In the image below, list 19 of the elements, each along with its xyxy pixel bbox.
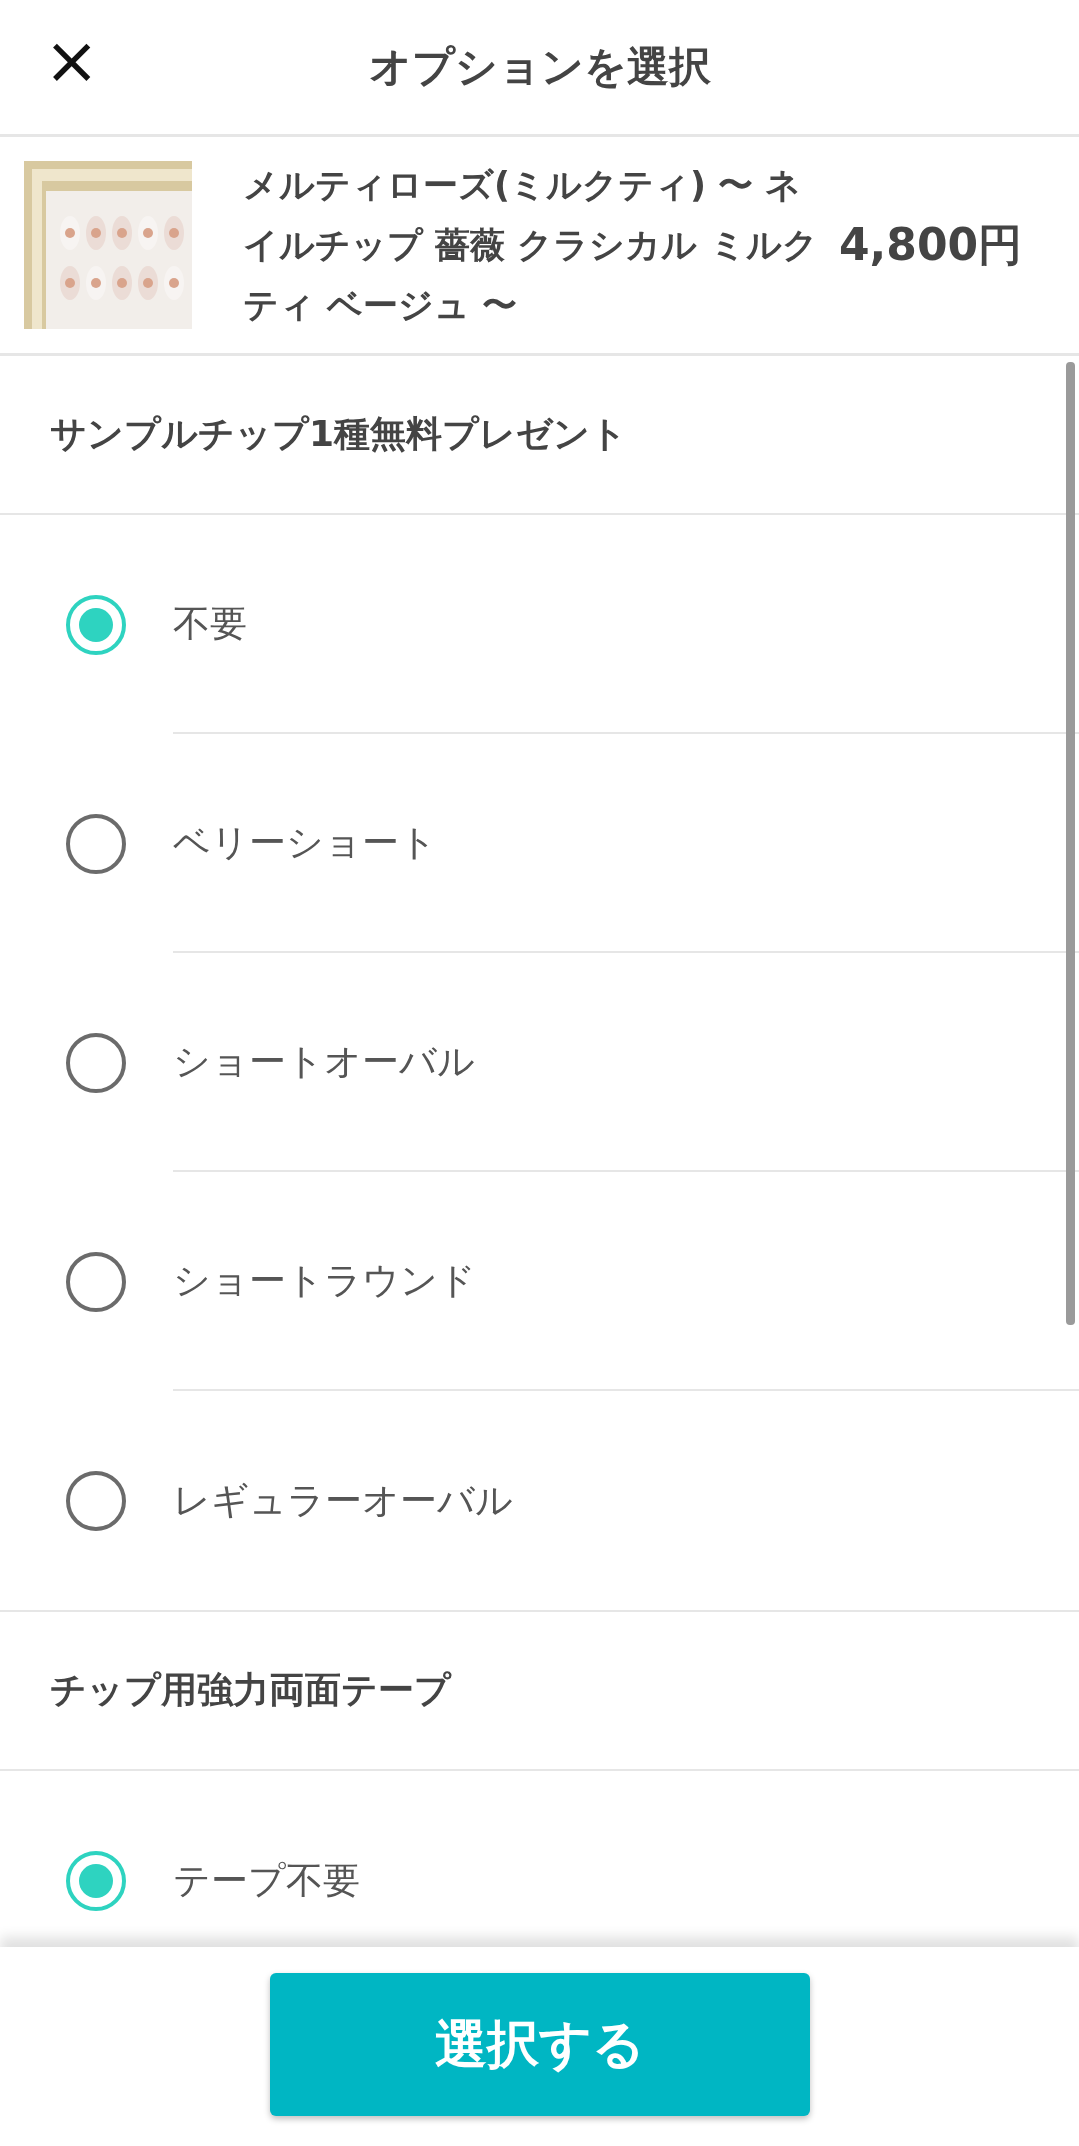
option-group-title: サンプルチップ1種無料プレゼント <box>0 356 1079 515</box>
page-title: オプションを選択 <box>368 41 711 93</box>
option-label[interactable]: ショートラウンド <box>173 1255 476 1306</box>
option-label[interactable]: ベリーショート <box>173 817 437 868</box>
option-group-title: チップ用強力両面テープ <box>0 1612 1079 1771</box>
radio-button[interactable] <box>66 594 126 655</box>
option-label[interactable]: レギュラーオーバル <box>173 1475 513 1526</box>
radio-button[interactable] <box>66 1032 126 1093</box>
product-price: 4,800円 <box>839 217 1023 272</box>
product-name: メルティローズ(ミルクティ) 〜 ネイルチップ 薔薇 クラシカル ミルクティ ベージュ 〜 <box>243 164 819 327</box>
close-icon[interactable]: × <box>44 28 100 94</box>
radio-button[interactable] <box>66 813 126 874</box>
option-label[interactable]: 不要 <box>173 598 247 649</box>
radio-button[interactable] <box>66 1470 126 1531</box>
option-label[interactable]: ショートオーバル <box>173 1036 475 1087</box>
option-label[interactable]: テープ不要 <box>173 1855 360 1906</box>
scrollbar[interactable] <box>1066 362 1075 1325</box>
radio-button[interactable] <box>66 1850 126 1911</box>
radio-button[interactable] <box>66 1251 126 1312</box>
